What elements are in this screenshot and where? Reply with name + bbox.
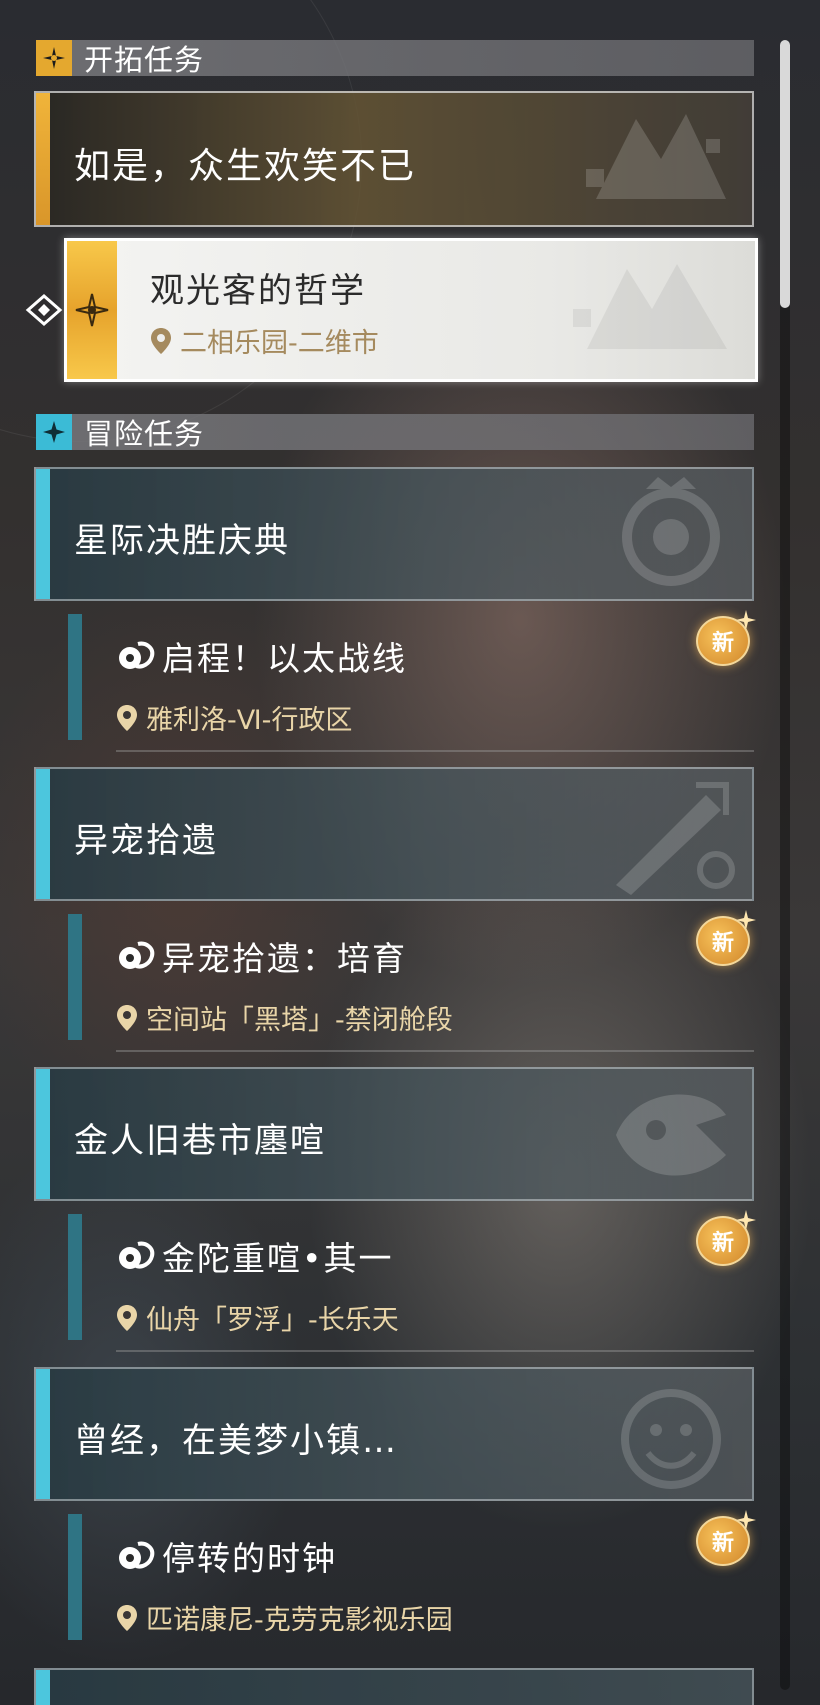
subquest-title: 异宠拾遗：培育 <box>162 939 407 978</box>
location-text: 二相乐园-二维市 <box>180 328 379 359</box>
sparkle-icon <box>736 1510 756 1530</box>
trailblaze-star-icon <box>75 293 109 327</box>
quest-emblem-watermark-icon <box>616 782 735 895</box>
location-text: 匹诺康尼-克劳克影视乐园 <box>146 1605 453 1636</box>
location-pin-icon <box>117 1004 137 1031</box>
adventure-mission-icon <box>119 641 155 669</box>
adventure-mission-icon <box>119 941 155 969</box>
divider <box>116 750 754 752</box>
quest-accent-stripe <box>36 1369 50 1499</box>
section-title: 开拓任务 <box>84 43 205 77</box>
main-quest-title: 如是，众生欢笑不已 <box>74 146 417 187</box>
divider <box>116 1050 754 1052</box>
quest-accent-stripe <box>36 1069 50 1199</box>
quest-emblem-watermark-icon <box>586 114 726 199</box>
quest-emblem-watermark-icon <box>573 264 727 349</box>
subquest-location: 二相乐园-二维市 <box>150 321 379 360</box>
adventure-subquest[interactable]: 金陀重喧•其一 仙舟「罗浮」-长乐天 新 <box>66 1204 756 1352</box>
adventure-mission-icon <box>119 1241 155 1269</box>
new-badge: 新 <box>694 910 756 968</box>
adventure-subquest[interactable]: 停转的时钟 匹诺康尼-克劳克影视乐园 新 <box>66 1504 756 1652</box>
subquest-accent-bar <box>68 914 82 1040</box>
quest-accent-stripe <box>67 241 117 379</box>
subquest-title: 金陀重喧•其一 <box>162 1239 394 1278</box>
scrollbar-thumb[interactable] <box>780 40 790 308</box>
divider <box>116 1350 754 1352</box>
quest-list-screen: 开拓任务 如是，众生欢笑不已 观光客的哲学 二相乐园-二维市 冒险任务 星际决胜… <box>0 0 820 1705</box>
quest-accent-stripe <box>36 469 50 599</box>
new-badge: 新 <box>694 1510 756 1568</box>
location-pin-icon <box>117 1604 137 1631</box>
adventure-subquest[interactable]: 启程！以太战线 雅利洛-Ⅵ-行政区 新 <box>66 604 756 752</box>
adventure-quest-card[interactable]: 星际决胜庆典 <box>34 467 754 601</box>
adventure-mission-icon <box>119 1541 155 1569</box>
location-pin-icon <box>117 704 137 731</box>
location-text: 仙舟「罗浮」-长乐天 <box>146 1305 399 1336</box>
section-header-trailblaze: 开拓任务 <box>36 40 754 77</box>
selected-pointer-icon <box>25 294 63 326</box>
subquest-title: 观光客的哲学 <box>150 271 366 311</box>
sparkle-icon <box>736 610 756 630</box>
subquest-accent-bar <box>68 1514 82 1640</box>
adventure-quest-card[interactable]: 曾经，在美梦小镇… <box>34 1367 754 1501</box>
location-pin-icon <box>151 327 171 354</box>
adventure-quest-card[interactable]: 金人旧巷市廛喧 <box>34 1067 754 1201</box>
subquest-accent-bar <box>68 1214 82 1340</box>
sparkle-icon <box>736 910 756 930</box>
adventure-quest-title: 异宠拾遗 <box>74 821 218 861</box>
compass-star-icon <box>36 414 72 450</box>
adventure-quest-title: 曾经，在美梦小镇… <box>74 1421 398 1461</box>
quest-accent-stripe <box>36 93 50 225</box>
adventure-quest-title: 金人旧巷市廛喧 <box>74 1121 326 1161</box>
adventure-quest-title: 星际决胜庆典 <box>74 521 290 561</box>
location-text: 雅利洛-Ⅵ-行政区 <box>146 705 353 736</box>
quest-emblem-watermark-icon <box>622 477 720 586</box>
new-badge: 新 <box>694 1210 756 1268</box>
subquest-location: 仙舟「罗浮」-长乐天 <box>116 1298 399 1337</box>
subquest-location: 匹诺康尼-克劳克影视乐园 <box>116 1598 453 1637</box>
new-badge: 新 <box>694 610 756 668</box>
section-title: 冒险任务 <box>84 417 205 451</box>
quest-accent-stripe <box>36 1670 50 1705</box>
subquest-accent-bar <box>68 614 82 740</box>
quest-emblem-watermark-icon <box>621 1389 721 1489</box>
main-subquest-selected[interactable]: 观光客的哲学 二相乐园-二维市 <box>64 238 758 382</box>
subquest-title: 停转的时钟 <box>162 1539 337 1578</box>
main-quest-card[interactable]: 如是，众生欢笑不已 <box>34 91 754 227</box>
subquest-title: 启程！以太战线 <box>162 639 407 678</box>
location-text: 空间站「黑塔」-禁闭舱段 <box>146 1005 453 1036</box>
adventure-quest-card-partial[interactable] <box>34 1668 754 1705</box>
adventure-quest-card[interactable]: 异宠拾遗 <box>34 767 754 901</box>
trailblaze-emblem-icon <box>36 40 72 76</box>
adventure-subquest[interactable]: 异宠拾遗：培育 空间站「黑塔」-禁闭舱段 新 <box>66 904 756 1052</box>
subquest-location: 空间站「黑塔」-禁闭舱段 <box>116 998 453 1037</box>
subquest-location: 雅利洛-Ⅵ-行政区 <box>116 698 352 737</box>
quest-emblem-watermark-icon <box>616 1094 726 1176</box>
section-header-adventure: 冒险任务 <box>36 414 754 451</box>
location-pin-icon <box>117 1304 137 1331</box>
sparkle-icon <box>736 1210 756 1230</box>
quest-accent-stripe <box>36 769 50 899</box>
